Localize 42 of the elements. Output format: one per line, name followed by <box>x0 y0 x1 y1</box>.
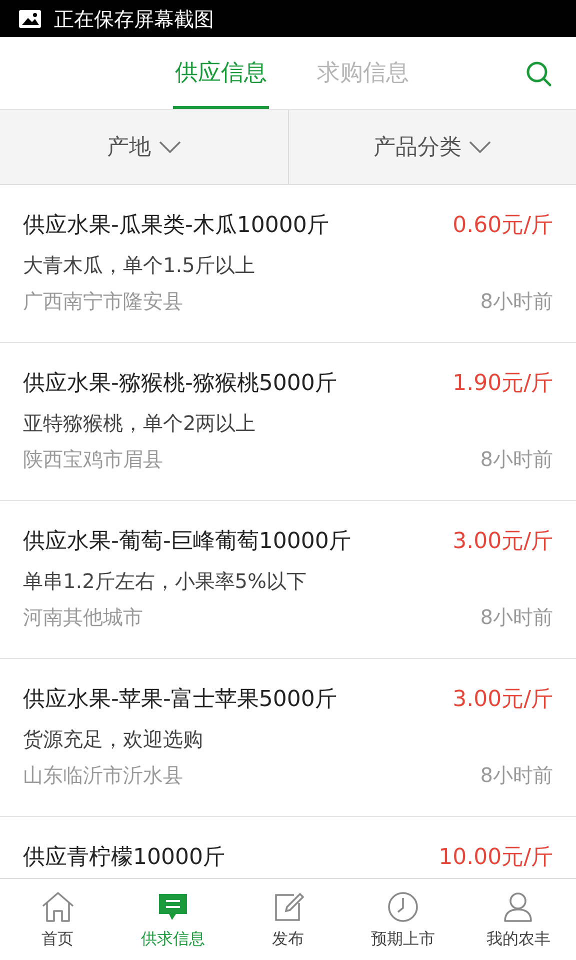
listing-item[interactable]: 供应水果-苹果-富士苹果5000斤 3.00元/斤 货源充足，欢迎选购 山东临沂市沂水县 8小时前 <box>0 659 576 817</box>
listing-location: 山东临沂市沂水县 <box>23 762 183 789</box>
listing-time: 8小时前 <box>480 604 553 631</box>
filter-dropdown[interactable]: 产品分类 <box>288 110 576 184</box>
listing-title: 供应青柠檬10000斤 <box>23 844 225 872</box>
listing-description: 亚特猕猴桃，单个2两以上 <box>23 410 257 437</box>
listing-title: 供应水果-葡萄-巨峰葡萄10000斤 <box>23 528 351 556</box>
nav-item[interactable]: 预期上市 <box>346 879 461 960</box>
home-icon <box>40 891 75 923</box>
listing-description: 货源充足，欢迎选购 <box>23 726 204 753</box>
listing-location: 陕西宝鸡市眉县 <box>23 446 163 473</box>
listing-item[interactable]: 供应水果-猕猴桃-猕猴桃5000斤 1.90元/斤 亚特猕猴桃，单个2两以上 陕西宝鸡市眉县 8小时前 <box>0 343 576 501</box>
image-icon <box>18 8 42 28</box>
listing-description: 大青木瓜，单个1.5斤以上 <box>23 252 256 279</box>
listing-title: 供应水果-苹果-富士苹果5000斤 <box>23 686 337 714</box>
listing-time: 8小时前 <box>480 446 553 473</box>
listing-price: 10.00元/斤 <box>438 844 553 872</box>
listing-title: 供应水果-猕猴桃-猕猴桃5000斤 <box>23 370 337 398</box>
listing-price: 3.00元/斤 <box>452 528 553 556</box>
nav-item[interactable]: 我的农丰 <box>460 879 576 960</box>
filter-dropdown[interactable]: 产地 <box>0 110 288 184</box>
nav-item[interactable]: 首页 <box>0 879 116 960</box>
listing-description: 单串1.2斤左右，小果率5%以下 <box>23 568 308 595</box>
chevron-down-icon <box>469 141 492 153</box>
listing-item[interactable]: 供应水果-葡萄-巨峰葡萄10000斤 3.00元/斤 单串1.2斤左右，小果率5%以下 河南其他城市 8小时前 <box>0 501 576 659</box>
listing-location: 河南其他城市 <box>23 604 143 631</box>
listing-item[interactable]: 供应水果-瓜果类-木瓜10000斤 0.60元/斤 大青木瓜，单个1.5斤以上 广西南宁市隆安县 8小时前 <box>0 185 576 343</box>
listing-title: 供应水果-瓜果类-木瓜10000斤 <box>23 212 329 240</box>
clock-icon <box>387 891 420 923</box>
status-text: 正在保存屏幕截图 <box>54 6 214 32</box>
search-icon[interactable] <box>526 61 552 87</box>
nav-item[interactable]: 供求信息 <box>115 879 230 960</box>
listing-time: 8小时前 <box>480 288 553 315</box>
nav-item[interactable]: 发布 <box>230 879 346 960</box>
listing-price: 3.00元/斤 <box>452 686 553 714</box>
chevron-down-icon <box>158 141 181 153</box>
listing-time: 8小时前 <box>480 762 553 789</box>
listing-price: 1.90元/斤 <box>452 370 553 398</box>
listing-location: 广西南宁市隆安县 <box>23 288 183 315</box>
listing-price: 0.60元/斤 <box>452 212 553 240</box>
edit-icon <box>272 891 304 923</box>
user-icon <box>503 891 534 923</box>
